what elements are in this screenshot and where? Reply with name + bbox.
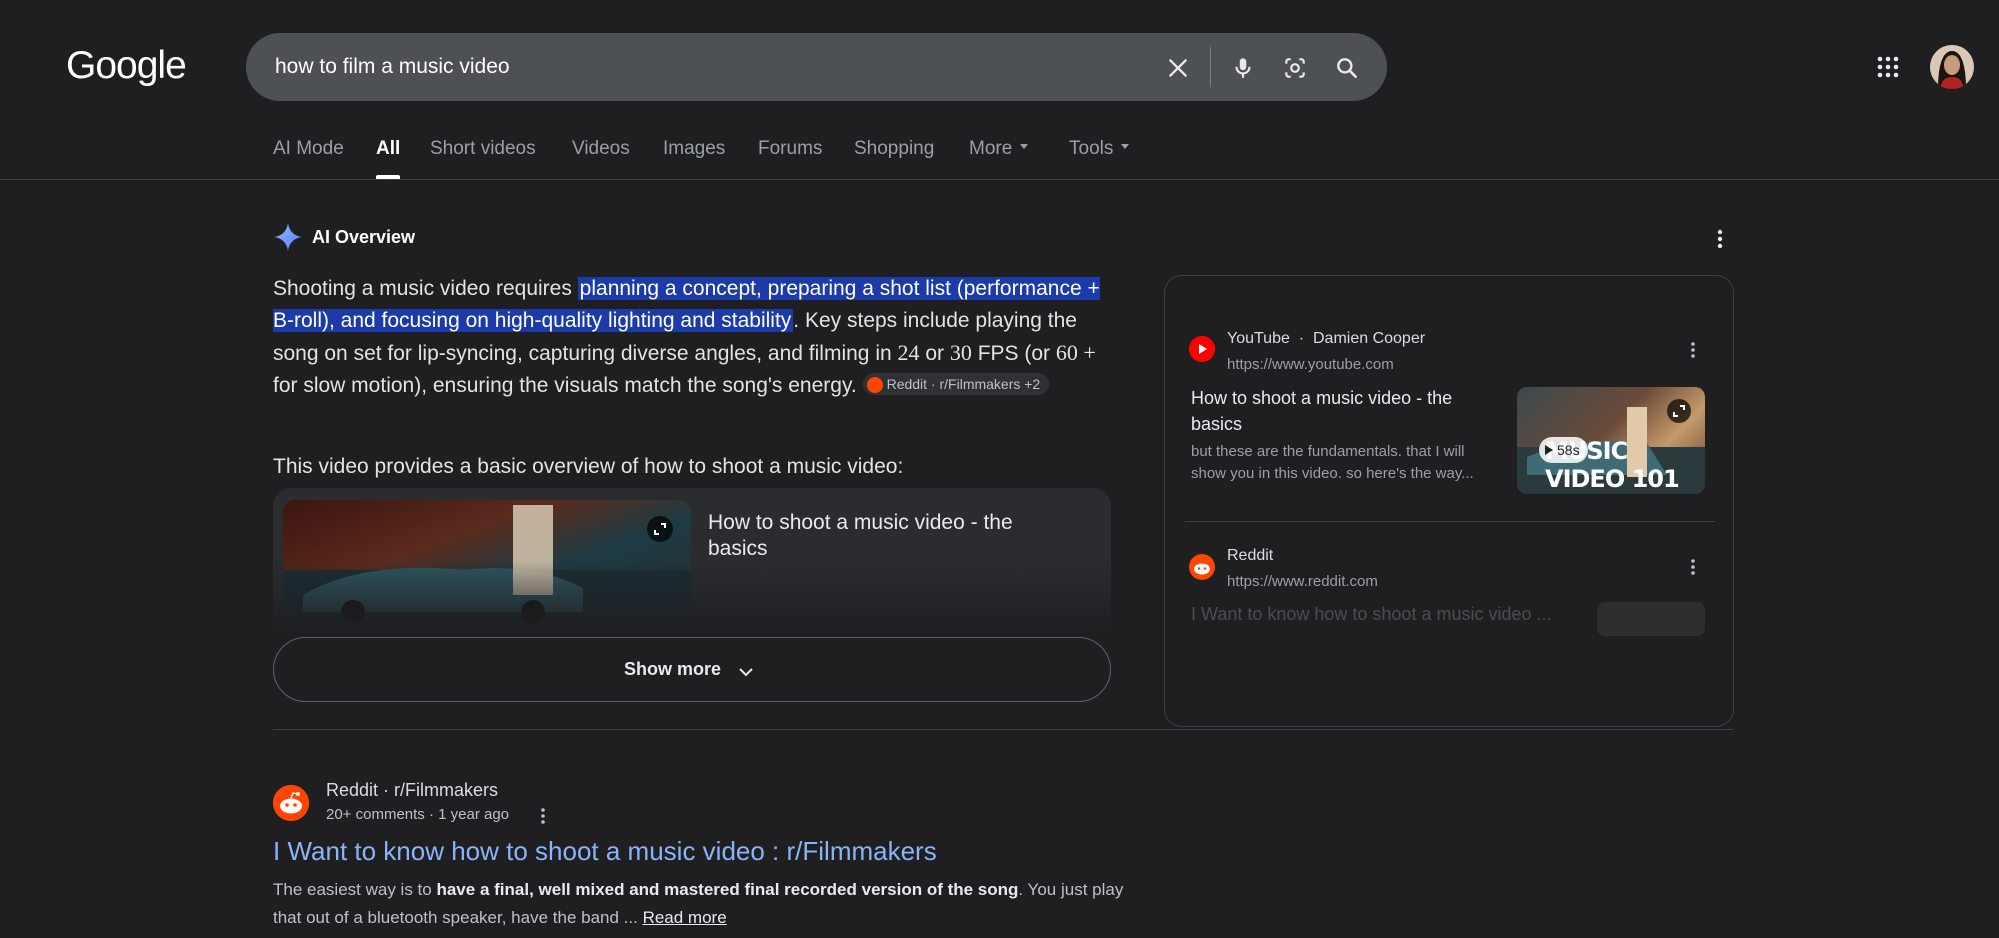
tab-more-label: More bbox=[969, 138, 1013, 159]
aio-num-60: 60 + bbox=[1055, 340, 1096, 365]
tab-images[interactable]: Images bbox=[663, 138, 725, 160]
duration-label: 58s bbox=[1557, 442, 1580, 458]
search-divider bbox=[1210, 47, 1211, 87]
ai-overview-video-intro: This video provides a basic overview of … bbox=[273, 455, 904, 478]
apps-grid-icon[interactable] bbox=[1876, 55, 1900, 79]
microphone-icon[interactable] bbox=[1230, 55, 1256, 81]
show-more-label: Show more bbox=[624, 659, 722, 679]
aio-fps: FPS (or bbox=[971, 342, 1056, 365]
tab-forums[interactable]: Forums bbox=[758, 138, 822, 160]
ai-sparkle-icon bbox=[274, 223, 302, 251]
reddit-result-favicon-icon bbox=[273, 785, 309, 821]
search-bar[interactable]: how to film a music video bbox=[246, 33, 1387, 101]
tab-tools[interactable]: Tools bbox=[1069, 138, 1130, 160]
tab-videos[interactable]: Videos bbox=[572, 138, 630, 160]
result-snippet: The easiest way is to have a final, well… bbox=[273, 876, 1143, 932]
source-1-title[interactable]: How to shoot a music video - the basics bbox=[1191, 385, 1491, 437]
source-1-author: Damien Cooper bbox=[1312, 330, 1426, 347]
result-title-link[interactable]: I Want to know how to shoot a music vide… bbox=[273, 836, 937, 867]
account-avatar[interactable] bbox=[1930, 45, 1974, 89]
play-icon bbox=[1545, 445, 1553, 455]
result-site-name[interactable]: Reddit · r/Filmmakers bbox=[326, 780, 498, 801]
aio-or: or bbox=[919, 342, 950, 365]
lens-icon[interactable] bbox=[1282, 55, 1308, 81]
result-meta: 20+ comments · 1 year ago bbox=[326, 806, 510, 823]
ai-overview-menu-icon[interactable] bbox=[1710, 226, 1730, 252]
source-1-thumbnail[interactable]: MUSIC VIDEO 101 58s bbox=[1517, 387, 1705, 494]
search-input[interactable]: how to film a music video bbox=[275, 55, 510, 79]
collapse-fade bbox=[273, 560, 1111, 640]
reddit-chip-icon bbox=[866, 376, 883, 393]
result-menu-icon[interactable] bbox=[535, 805, 551, 827]
source-2-title[interactable]: I Want to know how to shoot a music vide… bbox=[1191, 601, 1591, 627]
tab-more[interactable]: More bbox=[969, 138, 1029, 160]
duration-badge: 58s bbox=[1539, 437, 1588, 463]
ai-sources-panel: YouTube · Damien Cooper https://www.yout… bbox=[1164, 275, 1734, 727]
source-chip-label: Reddit · r/Filmmakers +2 bbox=[886, 376, 1041, 393]
search-icon[interactable] bbox=[1334, 55, 1360, 81]
aio-intro: Shooting a music video requires bbox=[273, 277, 578, 300]
expand-video-icon[interactable] bbox=[647, 516, 673, 542]
aio-num-24: 24 bbox=[897, 340, 920, 365]
ai-overview-text: Shooting a music video requires planning… bbox=[273, 273, 1113, 402]
reddit-favicon-icon bbox=[1189, 554, 1215, 580]
ai-overview-title: AI Overview bbox=[312, 227, 416, 247]
source-divider bbox=[1185, 521, 1715, 522]
source-2-url: https://www.reddit.com bbox=[1227, 573, 1378, 590]
source-1-site-name: YouTube bbox=[1227, 330, 1290, 347]
tab-tools-label: Tools bbox=[1069, 138, 1114, 159]
tab-all[interactable]: All bbox=[376, 138, 400, 160]
read-more-link[interactable]: Read more bbox=[643, 908, 727, 927]
youtube-favicon-icon bbox=[1189, 336, 1215, 362]
aio-num-30: 30 bbox=[949, 340, 972, 365]
tab-short-videos[interactable]: Short videos bbox=[430, 138, 536, 160]
source-2-menu-icon[interactable] bbox=[1685, 556, 1701, 578]
chevron-down-icon bbox=[739, 668, 753, 677]
source-1-url: https://www.youtube.com bbox=[1227, 356, 1394, 373]
google-logo[interactable]: Google bbox=[66, 44, 187, 88]
tab-ai-mode[interactable]: AI Mode bbox=[273, 138, 344, 160]
more-caret-icon bbox=[1020, 144, 1029, 150]
source-2-site[interactable]: Reddit bbox=[1227, 547, 1273, 565]
header-divider bbox=[0, 179, 1999, 180]
show-more-button[interactable]: Show more bbox=[273, 637, 1111, 702]
source-1-snippet: but these are the fundamentals. that I w… bbox=[1191, 443, 1474, 482]
source-chip[interactable]: Reddit · r/Filmmakers +2 bbox=[862, 373, 1050, 396]
source-2-thumbnail bbox=[1597, 602, 1705, 636]
section-divider bbox=[273, 729, 1733, 730]
tab-shopping[interactable]: Shopping bbox=[854, 138, 934, 160]
source-1-site[interactable]: YouTube · Damien Cooper bbox=[1227, 330, 1425, 348]
snippet-pre: The easiest way is to bbox=[273, 880, 437, 899]
snippet-bold: have a final, well mixed and mastered fi… bbox=[436, 880, 1019, 899]
aio-rest-2: for slow motion), ensuring the visuals m… bbox=[273, 374, 857, 397]
source-1-menu-icon[interactable] bbox=[1685, 339, 1701, 361]
clear-icon[interactable] bbox=[1165, 55, 1191, 81]
tools-caret-icon bbox=[1121, 144, 1130, 150]
expand-thumbnail-icon[interactable] bbox=[1667, 399, 1691, 423]
video-title[interactable]: How to shoot a music video - the basics bbox=[708, 510, 1068, 562]
